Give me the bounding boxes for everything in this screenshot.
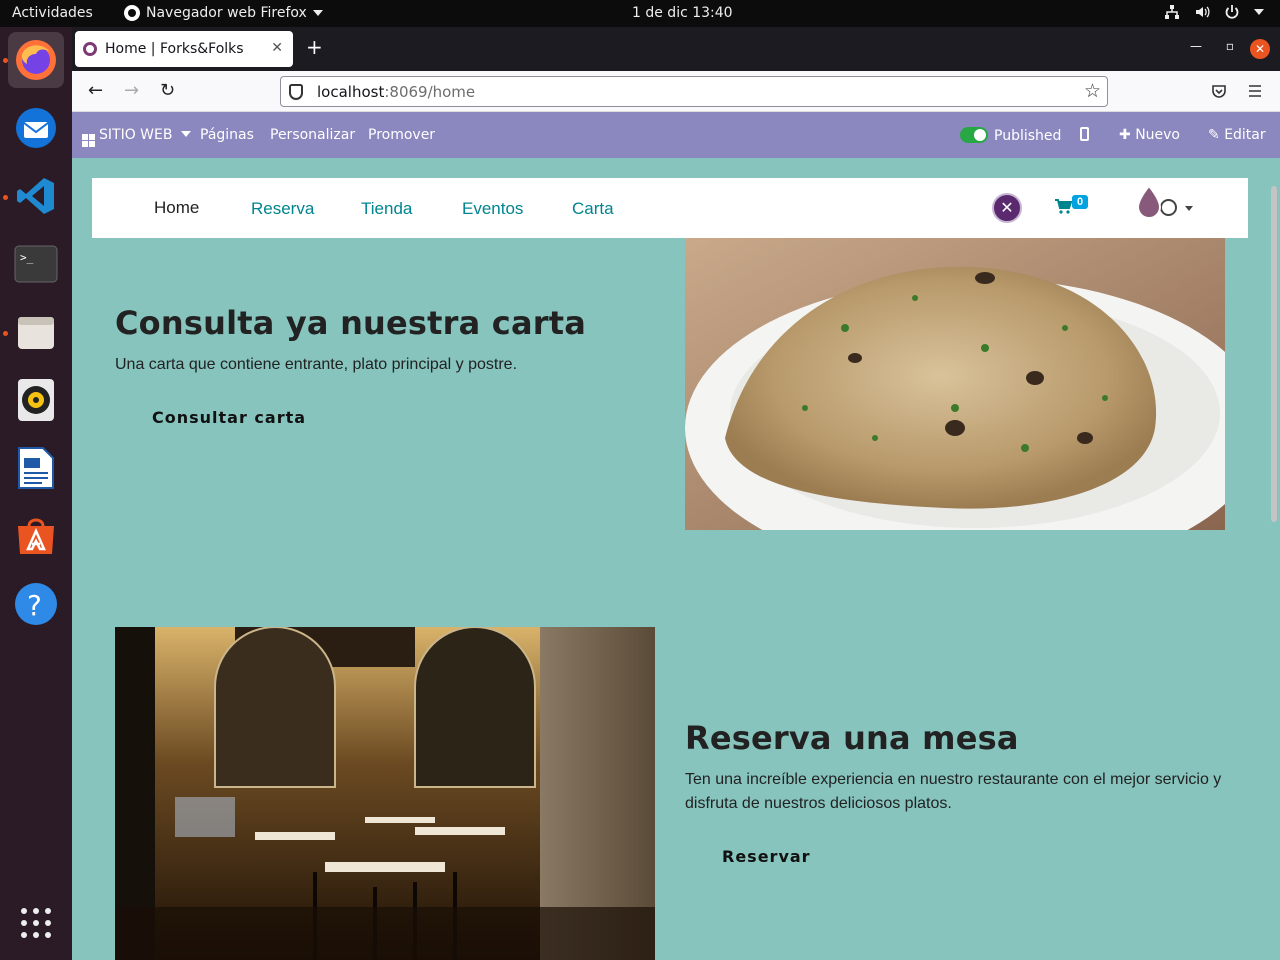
tab-title: Home | Forks&Folks — [105, 41, 244, 57]
navigation-toolbar: ← → ↻ localhost:8069/home ☆ — [72, 71, 1280, 222]
shopping-cart-icon[interactable] — [1055, 199, 1072, 214]
system-tray[interactable] — [1164, 4, 1264, 20]
app-menu[interactable]: Navegador web Firefox — [124, 5, 323, 21]
maximize-icon[interactable]: ▫ — [1226, 39, 1234, 53]
help-icon: ? — [15, 583, 57, 625]
volume-icon — [1196, 6, 1210, 18]
bookmark-star-icon[interactable]: ☆ — [1084, 80, 1101, 102]
tracking-protection-shield-icon[interactable] — [289, 83, 303, 100]
reserve-button[interactable]: Reservar — [722, 847, 811, 866]
consult-menu-button[interactable]: Consultar carta — [152, 408, 306, 427]
url-path: :8069/home — [384, 82, 476, 101]
dock-help[interactable]: ? — [8, 576, 64, 632]
user-account-icon[interactable] — [1160, 199, 1177, 216]
odoo-favicon-icon — [83, 42, 97, 56]
chevron-down-icon[interactable] — [1185, 206, 1193, 211]
new-tab-button[interactable]: + — [306, 37, 323, 57]
window-close-button[interactable]: ✕ — [1250, 39, 1270, 59]
activities-button[interactable]: Actividades — [12, 5, 93, 21]
promote-menu[interactable]: Promover — [368, 127, 435, 143]
new-button[interactable]: ✚ Nuevo — [1119, 127, 1180, 143]
restaurant-interior-image — [115, 627, 655, 960]
dock-show-apps[interactable] — [8, 895, 64, 951]
nav-link-eventos[interactable]: Eventos — [462, 199, 523, 219]
new-label: Nuevo — [1135, 127, 1180, 143]
site-header: Home Reserva Tienda Eventos Carta ✕ 0 — [92, 178, 1248, 238]
pages-menu[interactable]: Páginas — [200, 127, 254, 143]
toggle-switch-icon — [960, 127, 988, 143]
nav-link-carta[interactable]: Carta — [572, 199, 614, 219]
apps-grid-icon — [82, 134, 95, 147]
hamburger-menu-icon[interactable] — [1248, 84, 1262, 98]
show-apps-icon — [21, 908, 51, 938]
page-scrollbar[interactable] — [1271, 186, 1277, 522]
thunderbird-icon — [16, 108, 56, 148]
website-content: Home Reserva Tienda Eventos Carta ✕ 0 Co… — [72, 158, 1280, 960]
dock-software[interactable] — [8, 508, 64, 564]
firefox-mini-icon — [124, 5, 140, 21]
dock-files[interactable] — [8, 304, 64, 360]
system-top-bar: Actividades Navegador web Firefox 1 de d… — [0, 0, 1280, 27]
plus-icon: ✚ — [1119, 127, 1131, 143]
power-icon — [1225, 5, 1239, 19]
software-center-icon — [18, 518, 54, 554]
chevron-down-icon — [312, 10, 323, 16]
network-icon — [1165, 5, 1179, 19]
nav-link-reserva[interactable]: Reserva — [251, 199, 314, 219]
published-toggle[interactable]: Published — [960, 127, 1061, 144]
vscode-icon — [17, 178, 54, 214]
tab-close-icon[interactable]: ✕ — [271, 40, 283, 56]
dock-firefox[interactable] — [8, 32, 64, 88]
rhythmbox-icon — [18, 379, 54, 421]
browser-window: Home | Forks&Folks ✕ + — ▫ ✕ ← → ↻ local… — [72, 27, 1280, 960]
firefox-icon — [16, 40, 56, 80]
section-carta-text: Una carta que contiene entrante, plato p… — [115, 356, 518, 373]
terminal-icon: >_ — [14, 245, 58, 283]
risotto-image — [685, 238, 1225, 530]
svg-text:?: ? — [27, 589, 42, 622]
chevron-down-icon — [1254, 9, 1264, 15]
dock-terminal[interactable]: >_ — [8, 236, 64, 292]
edit-label: Editar — [1224, 127, 1266, 143]
tab-bar: Home | Forks&Folks ✕ + — ▫ ✕ — [72, 27, 1280, 71]
dock-thunderbird[interactable] — [8, 100, 64, 156]
reload-button[interactable]: ↻ — [160, 80, 175, 101]
chevron-down-icon — [180, 131, 191, 137]
nav-link-tienda[interactable]: Tienda — [361, 199, 412, 219]
section-reserva-text-line1: Ten una increíble experiencia en nuestro… — [685, 771, 1222, 788]
clock[interactable]: 1 de dic 13:40 — [632, 5, 733, 21]
dock: >_ ? — [0, 27, 72, 960]
odoo-drop-marker-icon — [1136, 185, 1162, 219]
address-bar[interactable]: localhost:8069/home ☆ — [280, 76, 1108, 222]
tab-home[interactable]: Home | Forks&Folks ✕ — [75, 31, 293, 67]
customize-menu[interactable]: Personalizar — [270, 127, 355, 143]
fork-knife-logo-icon[interactable]: ✕ — [992, 193, 1022, 223]
pocket-icon[interactable] — [1211, 83, 1227, 99]
back-button[interactable]: ← — [88, 80, 103, 101]
website-menu[interactable]: SITIO WEB — [82, 127, 191, 147]
minimize-icon[interactable]: — — [1190, 39, 1202, 53]
mobile-icon — [1080, 127, 1089, 141]
cart-count-badge: 0 — [1072, 195, 1089, 209]
forward-button[interactable]: → — [124, 80, 139, 101]
svg-text:>_: >_ — [20, 251, 34, 264]
app-menu-label: Navegador web Firefox — [146, 5, 307, 21]
pencil-icon: ✎ — [1208, 127, 1220, 143]
website-menu-label: SITIO WEB — [99, 127, 173, 143]
section-reserva-text-line2: disfruta de nuestros deliciosos platos. — [685, 795, 952, 812]
edit-button[interactable]: ✎ Editar — [1208, 127, 1266, 143]
dock-vscode[interactable] — [8, 168, 64, 224]
nav-link-home[interactable]: Home — [154, 198, 199, 218]
odoo-editor-bar: SITIO WEB Páginas Personalizar Promover … — [72, 112, 1280, 158]
mobile-preview-button[interactable] — [1080, 127, 1089, 143]
section-carta-title: Consulta ya nuestra carta — [115, 304, 587, 342]
published-label: Published — [994, 128, 1062, 144]
writer-icon — [18, 447, 54, 489]
url-host: localhost — [317, 82, 385, 101]
files-icon — [18, 317, 54, 349]
section-reserva-title: Reserva una mesa — [685, 719, 1019, 757]
dock-rhythmbox[interactable] — [8, 372, 64, 428]
dock-writer[interactable] — [8, 440, 64, 496]
